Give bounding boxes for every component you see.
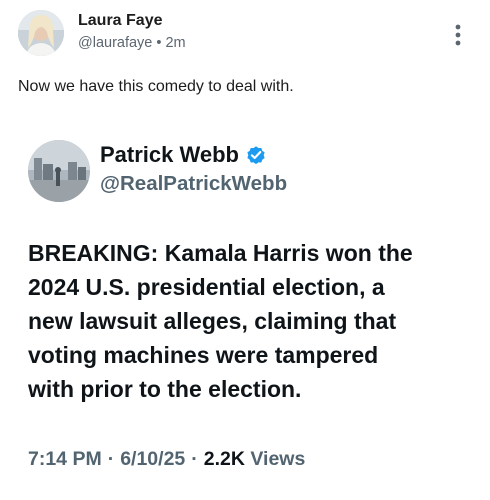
quoted-tweet-line: BREAKING: Kamala Harris won the <box>28 240 413 266</box>
views-label: Views <box>250 448 306 470</box>
quoted-tweet-date[interactable]: 6/10/25 <box>120 448 185 470</box>
quoted-tweet-text: BREAKING: Kamala Harris won the 2024 U.S… <box>28 236 478 406</box>
author-handle[interactable]: @laurafaye <box>78 35 152 51</box>
quoted-tweet[interactable]: Patrick Webb @RealPatrickWebb BREAKING: … <box>0 120 490 500</box>
quoted-tweet-line: 2024 U.S. presidential election, a <box>28 274 385 300</box>
quoted-author-handle[interactable]: @RealPatrickWebb <box>100 172 287 196</box>
quoted-tweet-line: with prior to the election. <box>28 376 302 402</box>
post-text: Now we have this comedy to deal with. <box>18 78 294 95</box>
quoted-tweet-line: new lawsuit alleges, claiming that <box>28 308 397 334</box>
footer-separator: · <box>191 448 198 470</box>
quoted-tweet-line: voting machines were tampered <box>28 342 379 368</box>
vertical-ellipsis-icon <box>455 24 461 46</box>
verified-badge-icon <box>245 144 267 166</box>
quoted-tweet-footer: 7:14 PM · 6/10/25 · 2.2K Views <box>28 448 305 471</box>
author-avatar[interactable] <box>18 10 64 56</box>
quoted-author-avatar[interactable] <box>28 140 90 202</box>
views-count[interactable]: 2.2K <box>204 448 245 470</box>
footer-separator: · <box>107 448 115 470</box>
quoted-author-row: Patrick Webb <box>100 142 267 168</box>
quoted-tweet-time[interactable]: 7:14 PM <box>28 448 102 470</box>
quoted-author-name[interactable]: Patrick Webb <box>100 142 239 168</box>
author-meta: @laurafaye • 2m <box>78 35 186 51</box>
author-name[interactable]: Laura Faye <box>78 12 162 30</box>
post-time-ago[interactable]: 2m <box>165 35 185 51</box>
more-options-button[interactable] <box>444 20 472 50</box>
meta-separator: • <box>156 35 162 51</box>
post-card: Laura Faye @laurafaye • 2m Now we have thi… <box>0 0 490 500</box>
